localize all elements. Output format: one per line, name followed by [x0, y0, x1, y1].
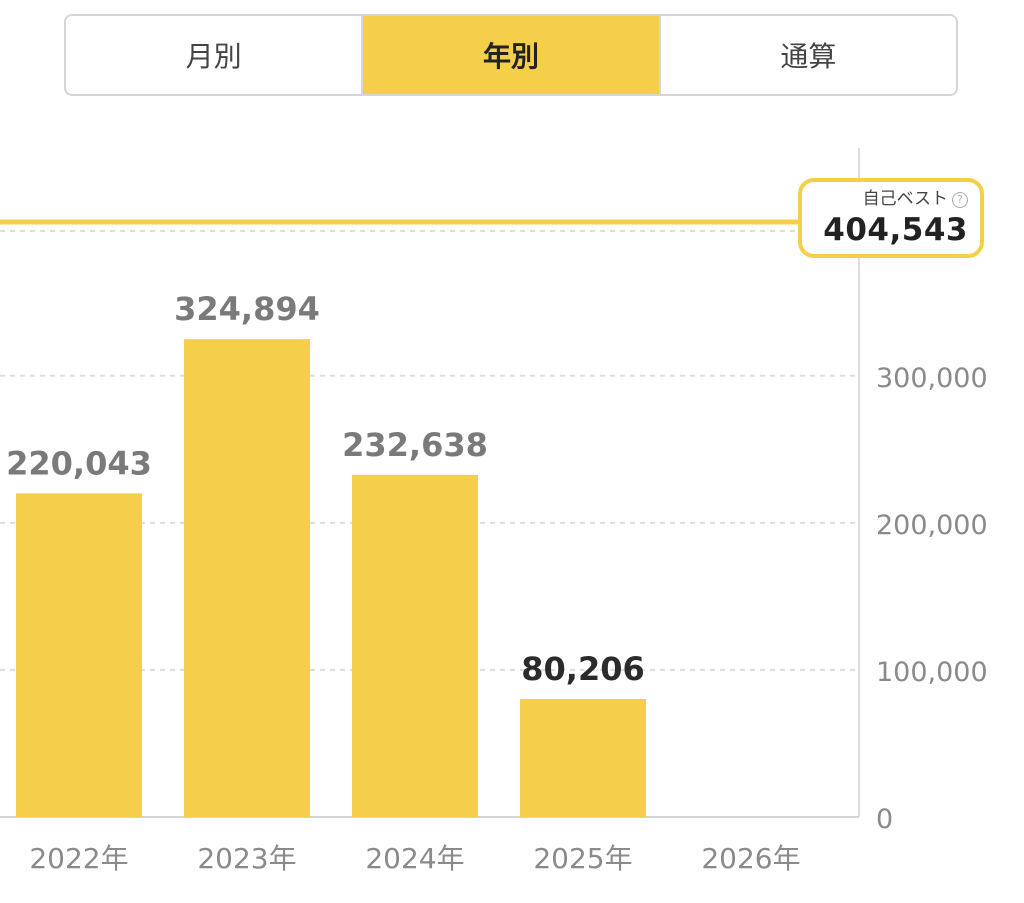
y-tick-label: 300,000 — [876, 363, 988, 394]
y-tick-label: 100,000 — [876, 657, 988, 688]
bar — [520, 699, 646, 817]
personal-best-value: 404,543 — [823, 212, 968, 248]
x-tick-label: 2024年 — [365, 842, 464, 875]
bar-value-label: 220,043 — [6, 444, 152, 482]
x-tick-label: 2025年 — [533, 842, 632, 875]
tab-monthly[interactable]: 月別 — [66, 16, 361, 94]
x-tick-label: 2023年 — [197, 842, 296, 875]
tab-total[interactable]: 通算 — [658, 16, 956, 94]
bar — [184, 339, 310, 817]
tab-yearly[interactable]: 年別 — [361, 16, 659, 94]
period-segmented-control: 月別 年別 通算 — [64, 14, 958, 96]
bar — [16, 493, 142, 817]
personal-best-badge: 自己ベスト? 404,543 — [798, 178, 984, 258]
x-tick-label: 2022年 — [29, 842, 128, 875]
personal-best-label-row: 自己ベスト? — [802, 188, 968, 210]
y-tick-label: 0 — [876, 804, 893, 835]
personal-best-label: 自己ベスト — [862, 189, 948, 209]
bar — [352, 474, 478, 817]
bar-value-label: 324,894 — [174, 290, 320, 328]
x-tick-label: 2026年 — [701, 842, 800, 875]
question-circle-icon[interactable]: ? — [952, 192, 968, 208]
annual-bar-chart: 0 100,000 200,000 300,000 220,043 2022年 324,89… — [0, 148, 988, 875]
bar-value-label: 232,638 — [342, 426, 488, 464]
y-tick-label: 200,000 — [876, 510, 988, 541]
bar-value-label: 80,206 — [521, 650, 644, 688]
